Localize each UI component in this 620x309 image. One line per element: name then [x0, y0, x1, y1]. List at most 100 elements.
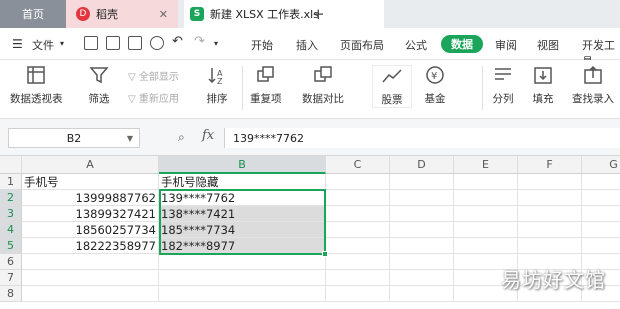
menu-start[interactable]: 开始	[251, 37, 273, 53]
empty-cell[interactable]	[454, 190, 518, 206]
cell-b2[interactable]: 139****7762	[159, 190, 326, 206]
empty-cell[interactable]	[390, 286, 454, 302]
tab-daoke[interactable]: D 稻壳 ✕	[66, 0, 178, 28]
fill-handle[interactable]	[322, 251, 328, 257]
row-header[interactable]: 6	[0, 254, 22, 270]
column-header-d[interactable]: D	[390, 156, 454, 174]
row-header[interactable]: 8	[0, 286, 22, 302]
fx-icon[interactable]: fx	[202, 128, 214, 143]
empty-cell[interactable]	[582, 206, 620, 222]
cell-b4[interactable]: 185****7734	[159, 222, 326, 238]
empty-cell[interactable]	[454, 174, 518, 190]
empty-cell[interactable]	[22, 254, 159, 270]
empty-cell[interactable]	[326, 270, 390, 286]
menu-view[interactable]: 视图	[537, 37, 559, 53]
empty-cell[interactable]	[390, 222, 454, 238]
cell-b1[interactable]: 手机号隐藏	[159, 174, 326, 190]
duplicates-button[interactable]: 重复项	[250, 65, 282, 106]
menu-page-layout[interactable]: 页面布局	[340, 37, 384, 53]
lookup-entry-button[interactable]: 查找录入	[572, 65, 614, 106]
save-icon[interactable]	[84, 36, 98, 50]
empty-cell[interactable]	[518, 174, 582, 190]
empty-cell[interactable]	[454, 222, 518, 238]
menu-formula[interactable]: 公式	[405, 37, 427, 53]
empty-cell[interactable]	[582, 238, 620, 254]
empty-cell[interactable]	[390, 238, 454, 254]
redo-icon[interactable]: ↷	[194, 34, 205, 49]
close-icon[interactable]: ✕	[159, 8, 168, 21]
stocks-button[interactable]: 股票	[372, 65, 412, 108]
empty-cell[interactable]	[326, 286, 390, 302]
row-header[interactable]: 2	[0, 190, 22, 206]
empty-cell[interactable]	[159, 254, 326, 270]
menu-insert[interactable]: 插入	[296, 37, 318, 53]
row-header[interactable]: 5	[0, 238, 22, 254]
row-header[interactable]: 7	[0, 270, 22, 286]
empty-cell[interactable]	[582, 174, 620, 190]
cell-a4[interactable]: 18560257734	[22, 222, 159, 238]
empty-cell[interactable]	[326, 190, 390, 206]
empty-cell[interactable]	[390, 270, 454, 286]
menu-review[interactable]: 审阅	[495, 37, 517, 53]
tab-document[interactable]: S 新建 XLSX 工作表.xls +	[184, 0, 384, 28]
empty-cell[interactable]	[22, 270, 159, 286]
menu-file[interactable]: 文件	[32, 37, 54, 53]
empty-cell[interactable]	[454, 206, 518, 222]
show-all-button[interactable]: ▽ 全部显示	[128, 68, 179, 83]
cell-a5[interactable]: 18222358977	[22, 238, 159, 254]
chevron-down-icon[interactable]: ▼	[127, 134, 133, 143]
data-compare-button[interactable]: 数据对比	[302, 65, 344, 106]
column-header-c[interactable]: C	[326, 156, 390, 174]
empty-cell[interactable]	[22, 286, 159, 302]
reapply-button[interactable]: ▽ 重新应用	[128, 90, 179, 105]
cell-a3[interactable]: 13899327421	[22, 206, 159, 222]
empty-cell[interactable]	[518, 222, 582, 238]
column-header-f[interactable]: F	[518, 156, 582, 174]
empty-cell[interactable]	[390, 254, 454, 270]
cell-b3[interactable]: 138****7421	[159, 206, 326, 222]
row-header[interactable]: 1	[0, 174, 22, 190]
formula-input[interactable]: 139****7762	[224, 128, 620, 148]
find-icon[interactable]	[150, 36, 164, 50]
column-header-e[interactable]: E	[454, 156, 518, 174]
tab-home[interactable]: 首页	[0, 0, 66, 28]
empty-cell[interactable]	[518, 190, 582, 206]
select-all-corner[interactable]	[0, 156, 22, 174]
empty-cell[interactable]	[518, 238, 582, 254]
empty-cell[interactable]	[454, 238, 518, 254]
split-column-button[interactable]: 分列	[492, 65, 514, 106]
cell-b5[interactable]: 182****8977	[159, 238, 326, 254]
menu-data[interactable]: 数据	[441, 35, 483, 53]
empty-cell[interactable]	[582, 222, 620, 238]
fill-button[interactable]: 填充	[532, 65, 554, 106]
undo-icon[interactable]: ↶	[172, 34, 183, 49]
filter-button[interactable]: 筛选	[88, 65, 110, 106]
row-header[interactable]: 3	[0, 206, 22, 222]
empty-cell[interactable]	[159, 286, 326, 302]
empty-cell[interactable]	[326, 174, 390, 190]
empty-cell[interactable]	[390, 190, 454, 206]
empty-cell[interactable]	[582, 190, 620, 206]
name-box[interactable]: B2 ▼	[8, 128, 140, 148]
empty-cell[interactable]	[518, 206, 582, 222]
empty-cell[interactable]	[326, 222, 390, 238]
chevron-down-icon[interactable]: ▾	[60, 39, 64, 48]
column-header-b[interactable]: B	[159, 156, 326, 174]
cell-a1[interactable]: 手机号	[22, 174, 159, 190]
empty-cell[interactable]	[159, 270, 326, 286]
empty-cell[interactable]	[390, 174, 454, 190]
cell-a2[interactable]: 13999887762	[22, 190, 159, 206]
print-icon[interactable]	[128, 36, 142, 50]
print-preview-icon[interactable]	[106, 36, 120, 50]
empty-cell[interactable]	[326, 206, 390, 222]
pivot-table-button[interactable]: 数据透视表	[10, 65, 63, 106]
chevron-down-icon[interactable]: ▾	[214, 39, 218, 48]
column-header-a[interactable]: A	[22, 156, 159, 174]
empty-cell[interactable]	[326, 254, 390, 270]
hamburger-icon[interactable]: ☰	[12, 37, 23, 51]
search-icon[interactable]: ⌕	[178, 130, 185, 145]
empty-cell[interactable]	[390, 206, 454, 222]
column-header-g[interactable]: G	[582, 156, 620, 174]
sort-button[interactable]: AZ 排序	[206, 65, 228, 106]
new-tab-icon[interactable]: +	[312, 5, 325, 23]
